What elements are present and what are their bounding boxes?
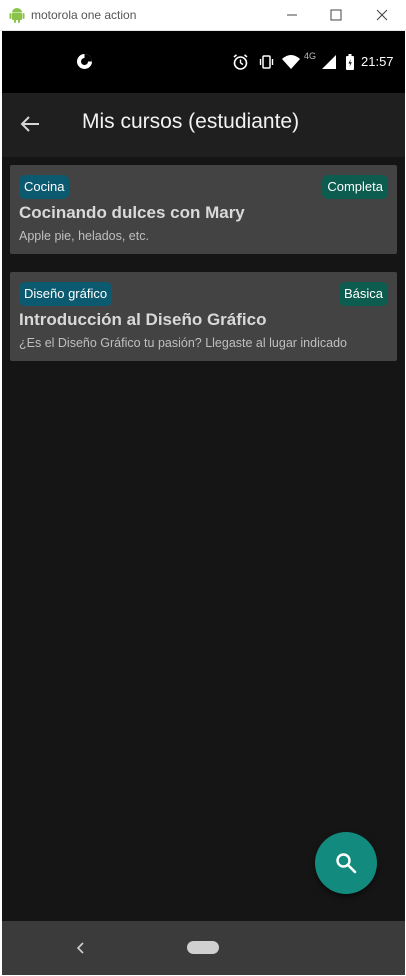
app-bar: Mis cursos (estudiante) — [2, 93, 405, 157]
device-screen: 4G 21:57 Mis cursos (estudiante) Cocina — [2, 31, 405, 975]
maximize-button[interactable] — [327, 6, 345, 24]
course-title: Cocinando dulces con Mary — [19, 203, 245, 222]
notification-icon — [76, 53, 93, 70]
navigation-bar — [2, 921, 405, 975]
course-title: Introducción al Diseño Gráfico — [19, 310, 267, 329]
page-title: Mis cursos (estudiante) — [82, 110, 300, 133]
alarm-icon — [232, 53, 249, 71]
window-titlebar: motorola one action — [0, 0, 406, 31]
course-category-badge: Diseño gráfico — [19, 282, 113, 306]
search-fab-button[interactable] — [315, 832, 377, 894]
close-button[interactable] — [373, 6, 391, 24]
course-description: Apple pie, helados, etc. — [19, 229, 149, 243]
android-icon — [9, 7, 25, 24]
nav-back-icon[interactable] — [72, 937, 90, 959]
clock: 21:57 — [361, 54, 394, 69]
wifi-icon — [281, 53, 301, 71]
window-title: motorola one action — [31, 8, 137, 22]
nav-home-pill[interactable] — [187, 941, 219, 954]
network-type-label: 4G — [304, 51, 317, 61]
course-level-badge: Completa — [322, 175, 388, 199]
vibrate-icon — [258, 53, 275, 71]
battery-icon — [345, 53, 355, 71]
course-description: ¿Es el Diseño Gráfico tu pasión? Llegast… — [19, 336, 347, 350]
course-card[interactable]: Diseño gráfico Básica Introducción al Di… — [10, 272, 397, 361]
status-bar: 4G 21:57 — [2, 31, 405, 93]
search-icon — [336, 853, 357, 874]
course-card[interactable]: Cocina Completa Cocinando dulces con Mar… — [10, 165, 397, 254]
minimize-button[interactable] — [283, 6, 301, 24]
course-category-badge: Cocina — [19, 175, 70, 199]
signal-icon — [320, 53, 337, 71]
arrow-back-icon[interactable] — [18, 112, 42, 136]
course-level-badge: Básica — [338, 282, 388, 306]
